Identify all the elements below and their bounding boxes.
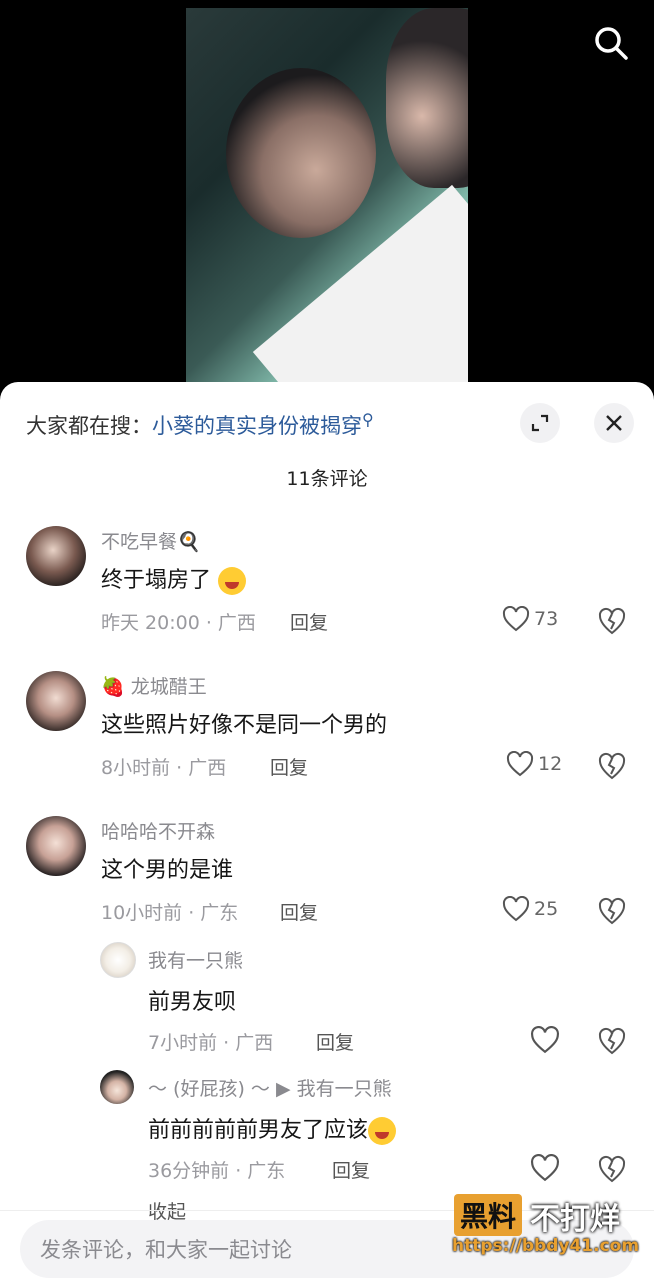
close-icon xyxy=(606,415,622,431)
reply-button[interactable]: 回复 xyxy=(316,1028,354,1055)
comment-text: 这个男的是谁 xyxy=(101,858,234,883)
avatar[interactable] xyxy=(100,942,136,978)
comment-text-content: 终于塌房了 xyxy=(101,568,212,593)
like-button[interactable]: 12 xyxy=(506,751,562,777)
like-count: 25 xyxy=(534,898,559,920)
reply-text: 前前前前前男友了应该 xyxy=(148,1112,397,1145)
avatar[interactable] xyxy=(26,526,86,586)
watermark-brand: 黑料 xyxy=(454,1194,523,1236)
heart-icon xyxy=(506,751,534,777)
comment-author[interactable]: 哈哈哈不开森 xyxy=(101,817,215,844)
avatar[interactable] xyxy=(100,1070,134,1104)
broken-heart-icon[interactable] xyxy=(597,751,627,781)
trending-link[interactable]: 小葵的真实身份被揭穿 xyxy=(152,414,362,438)
avatar[interactable] xyxy=(26,671,86,731)
comment-text: 这些照片好像不是同一个男的 xyxy=(101,713,388,738)
expand-icon xyxy=(531,414,549,432)
trending-search[interactable]: 大家都在搜：小葵的真实身份被揭穿⚲ xyxy=(26,410,374,440)
reply-author[interactable]: 我有一只熊 xyxy=(148,946,243,973)
comment-input[interactable] xyxy=(20,1220,402,1280)
heart-icon[interactable] xyxy=(530,1026,560,1054)
comment-time: 昨天 20:00 · 广西 xyxy=(101,612,256,634)
reply-time: 36分钟前 · 广东 xyxy=(148,1160,286,1182)
comment-time: 8小时前 · 广西 xyxy=(101,757,227,779)
comment-author[interactable]: 不吃早餐🍳 xyxy=(101,527,201,554)
reply-text-content: 前前前前前男友了应该 xyxy=(148,1118,369,1143)
comment-item: 不吃早餐🍳 终于塌房了 昨天 20:00 · 广西 回复 73 xyxy=(0,522,654,642)
like-count: 12 xyxy=(538,753,563,775)
comment-item: 哈哈哈不开森 这个男的是谁 10小时前 · 广东 回复 25 xyxy=(0,812,654,932)
broken-heart-icon[interactable] xyxy=(597,1026,627,1056)
sheet-header: 大家都在搜：小葵的真实身份被揭穿⚲ xyxy=(0,382,654,462)
reply-button[interactable]: 回复 xyxy=(270,753,308,780)
laughing-emoji xyxy=(218,567,247,595)
heart-icon xyxy=(502,896,530,922)
reply-author[interactable]: ～ (好屁孩) ～ ▶ 我有一只熊 xyxy=(148,1074,392,1101)
like-count: 73 xyxy=(534,608,559,630)
like-button[interactable]: 73 xyxy=(502,606,558,632)
comment-author[interactable]: 🍓 龙城醋王 xyxy=(101,672,207,699)
video-area[interactable] xyxy=(0,0,654,400)
watermark: 黑料 不打烊 https://bbdy41.com xyxy=(450,1192,642,1266)
avatar[interactable] xyxy=(26,816,86,876)
person-silhouette xyxy=(226,68,376,238)
broken-heart-icon[interactable] xyxy=(597,896,627,926)
search-icon: ⚲ xyxy=(362,410,374,429)
expand-button[interactable] xyxy=(520,403,560,443)
like-button[interactable]: 25 xyxy=(502,896,558,922)
reply-item: 我有一只熊 前男友呗 7小时前 · 广西 回复 xyxy=(0,942,654,1055)
reply-time: 7小时前 · 广西 xyxy=(148,1032,274,1054)
close-button[interactable] xyxy=(594,403,634,443)
person-silhouette xyxy=(386,8,468,188)
heart-icon[interactable] xyxy=(530,1154,560,1182)
comment-time: 10小时前 · 广东 xyxy=(101,902,239,924)
cry-laugh-emoji xyxy=(368,1117,397,1145)
broken-heart-icon[interactable] xyxy=(597,606,627,636)
reply-button[interactable]: 回复 xyxy=(332,1156,370,1183)
reply-button[interactable]: 回复 xyxy=(290,608,328,635)
comment-text: 终于塌房了 xyxy=(101,562,247,595)
heart-icon xyxy=(502,606,530,632)
comment-count: 11条评论 xyxy=(286,468,368,490)
broken-heart-icon[interactable] xyxy=(597,1154,627,1184)
watermark-url: https://bbdy41.com xyxy=(452,1236,640,1256)
reply-button[interactable]: 回复 xyxy=(280,898,318,925)
search-icon[interactable] xyxy=(592,24,630,62)
watermark-slogan: 不打烊 xyxy=(530,1202,620,1237)
video-frame xyxy=(186,8,468,393)
reply-item: ～ (好屁孩) ～ ▶ 我有一只熊 前前前前前男友了应该 36分钟前 · 广东 … xyxy=(0,1070,654,1183)
trending-prefix: 大家都在搜： xyxy=(26,414,152,438)
comment-sheet: 大家都在搜：小葵的真实身份被揭穿⚲ 11条评论 不吃早餐🍳 终于塌房了 昨天 2… xyxy=(0,382,654,1280)
reply-text: 前男友呗 xyxy=(148,990,237,1015)
comment-item: 🍓 龙城醋王 这些照片好像不是同一个男的 8小时前 · 广西 回复 12 xyxy=(0,667,654,787)
